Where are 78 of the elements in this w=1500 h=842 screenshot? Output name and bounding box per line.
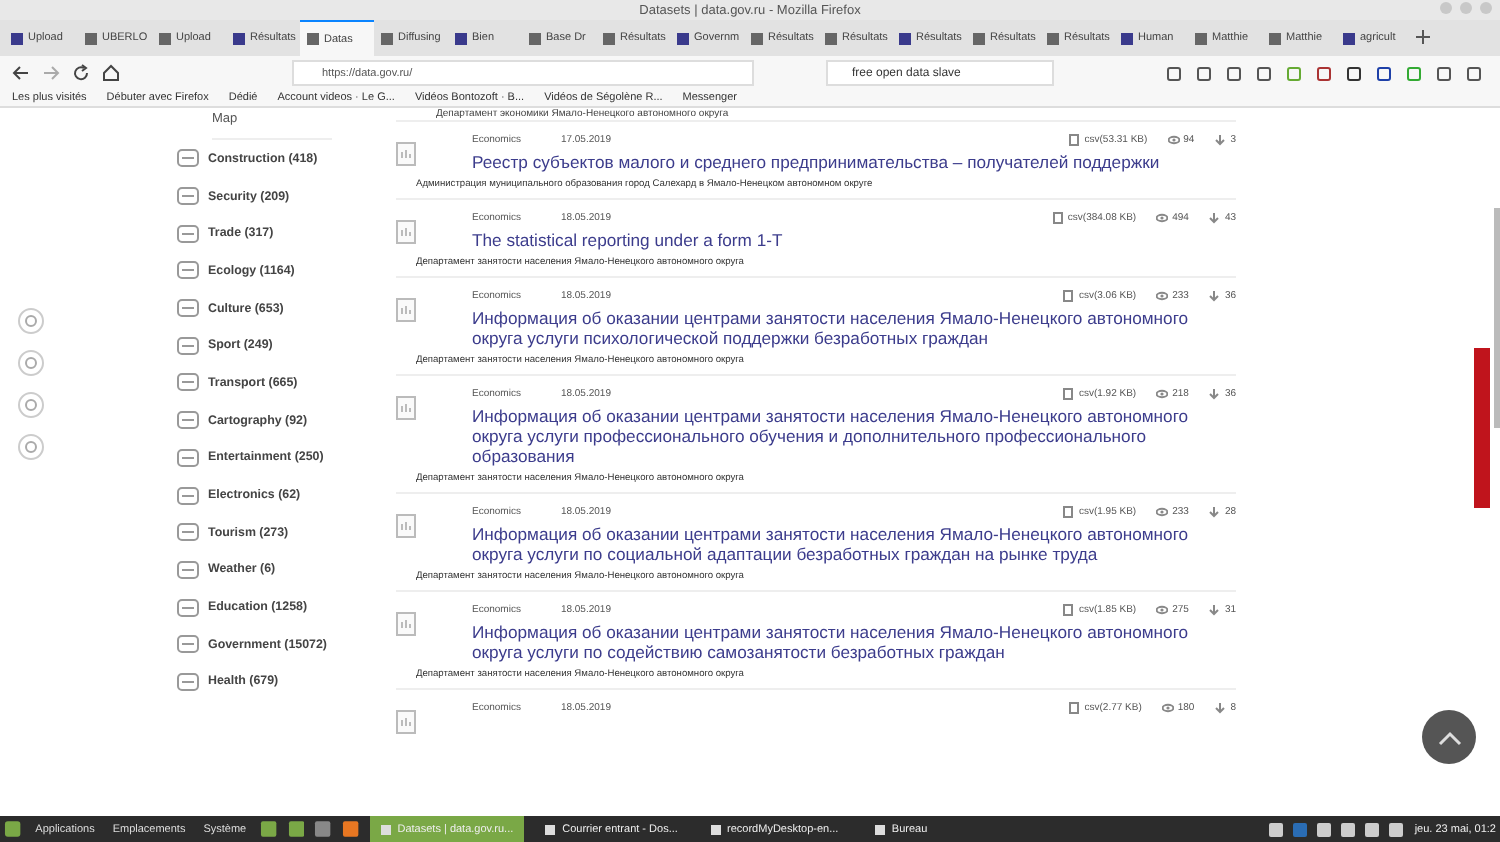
eye-icon xyxy=(1156,604,1169,616)
file-icon xyxy=(1062,290,1075,302)
file-icon xyxy=(1068,702,1081,714)
app-menu-icon xyxy=(4,820,22,838)
download-icon xyxy=(1208,212,1221,224)
page-icon xyxy=(898,31,912,45)
download-icon xyxy=(1208,290,1221,302)
eye-icon xyxy=(1156,388,1169,400)
category-icon xyxy=(176,296,200,321)
window-icon xyxy=(709,823,722,835)
forward-arrow-icon xyxy=(42,64,60,82)
category-icon xyxy=(176,370,200,395)
category-icon xyxy=(176,632,200,657)
category-icon xyxy=(176,483,200,508)
reload-icon xyxy=(72,64,90,82)
category-icon xyxy=(176,445,200,470)
download-icon xyxy=(1208,388,1221,400)
page-icon xyxy=(380,31,394,45)
page-icon xyxy=(306,32,320,46)
plus-icon xyxy=(1416,30,1430,44)
minimize-button[interactable] xyxy=(1440,2,1452,14)
back-arrow-icon xyxy=(12,64,30,82)
dataset-title-link[interactable]: Информация об оказании центрами занятости населения Ямало-Ненецкого автономного округа услуги по социальной адаптации безработных граждан на рынке труда xyxy=(432,524,1236,564)
category-icon xyxy=(176,520,200,545)
scroll-to-top-button[interactable] xyxy=(1422,710,1476,764)
file-icon xyxy=(1068,134,1081,146)
category-icon xyxy=(176,408,200,433)
close-button[interactable] xyxy=(1480,2,1492,14)
category-icon xyxy=(176,333,200,358)
window-icon xyxy=(379,823,392,835)
window-icon xyxy=(873,823,886,835)
eye-icon xyxy=(1167,134,1180,146)
category-icon xyxy=(176,595,200,620)
home-icon xyxy=(102,64,120,82)
category-icon xyxy=(176,669,200,694)
page-icon xyxy=(1342,31,1356,45)
page-icon xyxy=(602,31,616,45)
maximize-button[interactable] xyxy=(1460,2,1472,14)
file-icon xyxy=(1062,506,1075,518)
window-icon xyxy=(544,823,557,835)
dataset-title-link[interactable]: The statistical reporting under a form 1-T xyxy=(432,230,1236,250)
category-icon xyxy=(176,146,200,171)
download-icon xyxy=(1214,702,1227,714)
file-icon xyxy=(1062,604,1075,616)
category-icon xyxy=(176,221,200,246)
dataset-title-link[interactable]: Информация об оказании центрами занятости населения Ямало-Ненецкого автономного округа услуги профессионального обучения и дополнительного профессионального образования xyxy=(432,406,1236,466)
page-icon xyxy=(10,31,24,45)
chevron-up-icon xyxy=(1437,729,1461,745)
download-icon xyxy=(1208,604,1221,616)
eye-icon xyxy=(1156,212,1169,224)
page-icon xyxy=(750,31,764,45)
dataset-title-link[interactable]: Информация об оказании центрами занятости населения Ямало-Ненецкого автономного округа услуги психологической поддержки безработных граждан xyxy=(432,308,1236,348)
page-icon xyxy=(676,31,690,45)
page-icon xyxy=(1194,31,1208,45)
feedback-tab[interactable] xyxy=(1474,348,1490,508)
eye-icon xyxy=(1156,290,1169,302)
page-icon xyxy=(454,31,468,45)
page-icon xyxy=(1046,31,1060,45)
page-icon xyxy=(1120,31,1134,45)
eye-icon xyxy=(1161,702,1174,714)
category-icon xyxy=(176,557,200,582)
file-icon xyxy=(1062,388,1075,400)
page-icon xyxy=(528,31,542,45)
dataset-title-link[interactable]: Реестр субъектов малого и среднего предпринимательства – получателей поддержки xyxy=(432,152,1236,172)
download-icon xyxy=(1208,506,1221,518)
download-icon xyxy=(1214,134,1227,146)
page-icon xyxy=(158,31,172,45)
eye-icon xyxy=(1156,506,1169,518)
category-icon xyxy=(176,184,200,209)
file-icon xyxy=(1051,212,1064,224)
scrollbar[interactable] xyxy=(1494,208,1500,428)
page-icon xyxy=(824,31,838,45)
page-icon xyxy=(972,31,986,45)
category-icon xyxy=(176,258,200,283)
page-icon xyxy=(84,31,98,45)
page-icon xyxy=(232,31,246,45)
dataset-title-link[interactable]: Информация об оказании центрами занятости населения Ямало-Ненецкого автономного округа услуги по содействию самозанятости безработных граждан xyxy=(432,622,1236,662)
page-icon xyxy=(1268,31,1282,45)
